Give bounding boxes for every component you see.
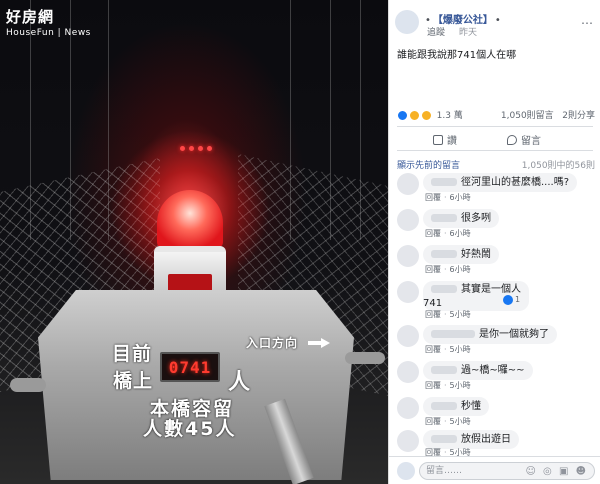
commenter-name[interactable] xyxy=(431,178,457,186)
commenter-avatar[interactable] xyxy=(397,397,419,419)
comment-meta: 回覆 · 5小時 xyxy=(425,345,471,354)
divider xyxy=(397,126,593,127)
comment-meta: 回覆 · 6小時 xyxy=(425,265,471,274)
commenter-name[interactable] xyxy=(431,214,457,222)
comment-icon xyxy=(507,135,517,145)
news-photo: 目前 橋上 0741 人 本橋容留 人數45人 入口方向 好房網 HouseFu… xyxy=(0,0,388,484)
reply-link[interactable]: 回覆 xyxy=(425,193,441,202)
comment-meta: 回覆 · 6小時 xyxy=(425,193,471,202)
commenter-name[interactable] xyxy=(431,330,475,338)
page-name-link[interactable]: • 【爆廢公社】 • xyxy=(423,11,503,26)
composer-emoji-camera-gif-sticker-icons[interactable]: ☺ ◎ ▣ ☻ xyxy=(525,464,588,480)
comments-count[interactable]: 1,050則留言 xyxy=(501,111,554,121)
thumbs-up-icon xyxy=(433,135,443,145)
reaction-count[interactable]: 1.3 萬 xyxy=(437,111,463,121)
comment-meta: 回覆 · 5小時 xyxy=(425,310,471,319)
arrow-right-icon xyxy=(308,338,330,348)
commenter-name[interactable] xyxy=(431,285,457,293)
user-avatar xyxy=(397,462,415,480)
handrail xyxy=(10,378,46,392)
post-side-panel: • 【爆廢公社】 • 追蹤 昨天 ⋯ 誰能跟我說那741個人在哪 1.3 萬 1,0… xyxy=(388,0,600,484)
red-beacon-light xyxy=(157,190,223,248)
comment-bubble: 過~橋~囉~~ xyxy=(423,361,533,380)
reply-link[interactable]: 回覆 xyxy=(425,265,441,274)
comment-bubble: 是你一個就夠了 xyxy=(423,325,557,344)
commenter-avatar[interactable] xyxy=(397,209,419,231)
comment-like-icon xyxy=(503,295,513,305)
comment-bubble: 好熱鬧 xyxy=(423,245,499,264)
comment-time[interactable]: 5小時 xyxy=(450,345,471,354)
comment-input[interactable]: 留言…… ☺ ◎ ▣ ☻ xyxy=(419,462,595,480)
comment-time[interactable]: 6小時 xyxy=(450,193,471,202)
comment-bubble: 秒懂 xyxy=(423,397,489,416)
follow-button[interactable]: 追蹤 xyxy=(427,25,445,38)
comment-bubble: 很多咧 xyxy=(423,209,499,228)
commenter-name[interactable] xyxy=(431,250,457,258)
commenter-avatar[interactable] xyxy=(397,361,419,383)
post-caption: 誰能跟我說那741個人在哪 xyxy=(397,50,517,61)
comment-time[interactable]: 6小時 xyxy=(450,229,471,238)
like-reaction-icon xyxy=(397,110,408,121)
post-timestamp[interactable]: 昨天 xyxy=(459,25,477,38)
haha-reaction-icon xyxy=(408,110,420,121)
comment-meta: 回覆 · 5小時 xyxy=(425,417,471,426)
shares-count[interactable]: 2則分享 xyxy=(562,111,595,121)
comment-meta: 回覆 · 5小時 xyxy=(425,381,471,390)
sign-on-bridge: 橋上 xyxy=(113,370,154,392)
comment-time[interactable]: 5小時 xyxy=(450,310,471,319)
like-button[interactable]: 讚 xyxy=(433,132,457,147)
commenter-avatar[interactable] xyxy=(397,325,419,347)
reply-link[interactable]: 回覆 xyxy=(425,381,441,390)
comment-bubble: 其實是一個人 741 xyxy=(423,281,529,311)
comment-meta: 回覆 · 6小時 xyxy=(425,229,471,238)
comment-like-count[interactable]: 1 xyxy=(515,295,520,304)
comment-composer: 留言…… ☺ ◎ ▣ ☻ xyxy=(389,456,600,484)
comment-time[interactable]: 6小時 xyxy=(450,265,471,274)
reply-link[interactable]: 回覆 xyxy=(425,310,441,319)
comment-time[interactable]: 5小時 xyxy=(450,381,471,390)
sign-capacity-line2: 人數45人 xyxy=(143,418,237,440)
comment-button[interactable]: 留言 xyxy=(507,132,541,147)
sign-current: 目前 xyxy=(112,343,153,365)
divider xyxy=(397,150,593,151)
commenter-name[interactable] xyxy=(431,402,457,410)
commenter-avatar[interactable] xyxy=(397,173,419,195)
commenter-avatar[interactable] xyxy=(397,245,419,267)
reply-link[interactable]: 回覆 xyxy=(425,345,441,354)
view-previous-comments-link[interactable]: 顯示先前的留言 xyxy=(397,161,460,171)
post-actions: 讚 留言 xyxy=(397,130,593,148)
watermark-logo: 好房網 HouseFun | News xyxy=(6,8,91,38)
sign-entrance-direction: 入口方向 xyxy=(246,336,299,350)
commenter-name[interactable] xyxy=(431,366,457,374)
sign-unit: 人 xyxy=(228,370,251,395)
reply-link[interactable]: 回覆 xyxy=(425,229,441,238)
people-counter-display: 0741 xyxy=(160,352,220,382)
comment-bubble: 徑河里山的甚麼橋....嗎? xyxy=(423,173,578,192)
previous-comments-row: 顯示先前的留言 1,050則中的56則 xyxy=(397,158,595,171)
commenter-avatar[interactable] xyxy=(397,430,419,452)
reply-link[interactable]: 回覆 xyxy=(425,417,441,426)
wow-reaction-icon xyxy=(420,110,432,121)
post-stats: 1.3 萬 1,050則留言 2則分享 xyxy=(397,108,595,122)
comments-shown-count: 1,050則中的56則 xyxy=(521,161,595,171)
post-header: • 【爆廢公社】 • 追蹤 昨天 ⋯ xyxy=(389,6,600,40)
handrail xyxy=(345,352,385,364)
more-options-icon[interactable]: ⋯ xyxy=(581,16,593,30)
counter-box xyxy=(38,290,354,480)
page-avatar[interactable] xyxy=(395,10,419,34)
commenter-avatar[interactable] xyxy=(397,281,419,303)
commenter-name[interactable] xyxy=(431,435,457,443)
comment-time[interactable]: 5小時 xyxy=(450,417,471,426)
